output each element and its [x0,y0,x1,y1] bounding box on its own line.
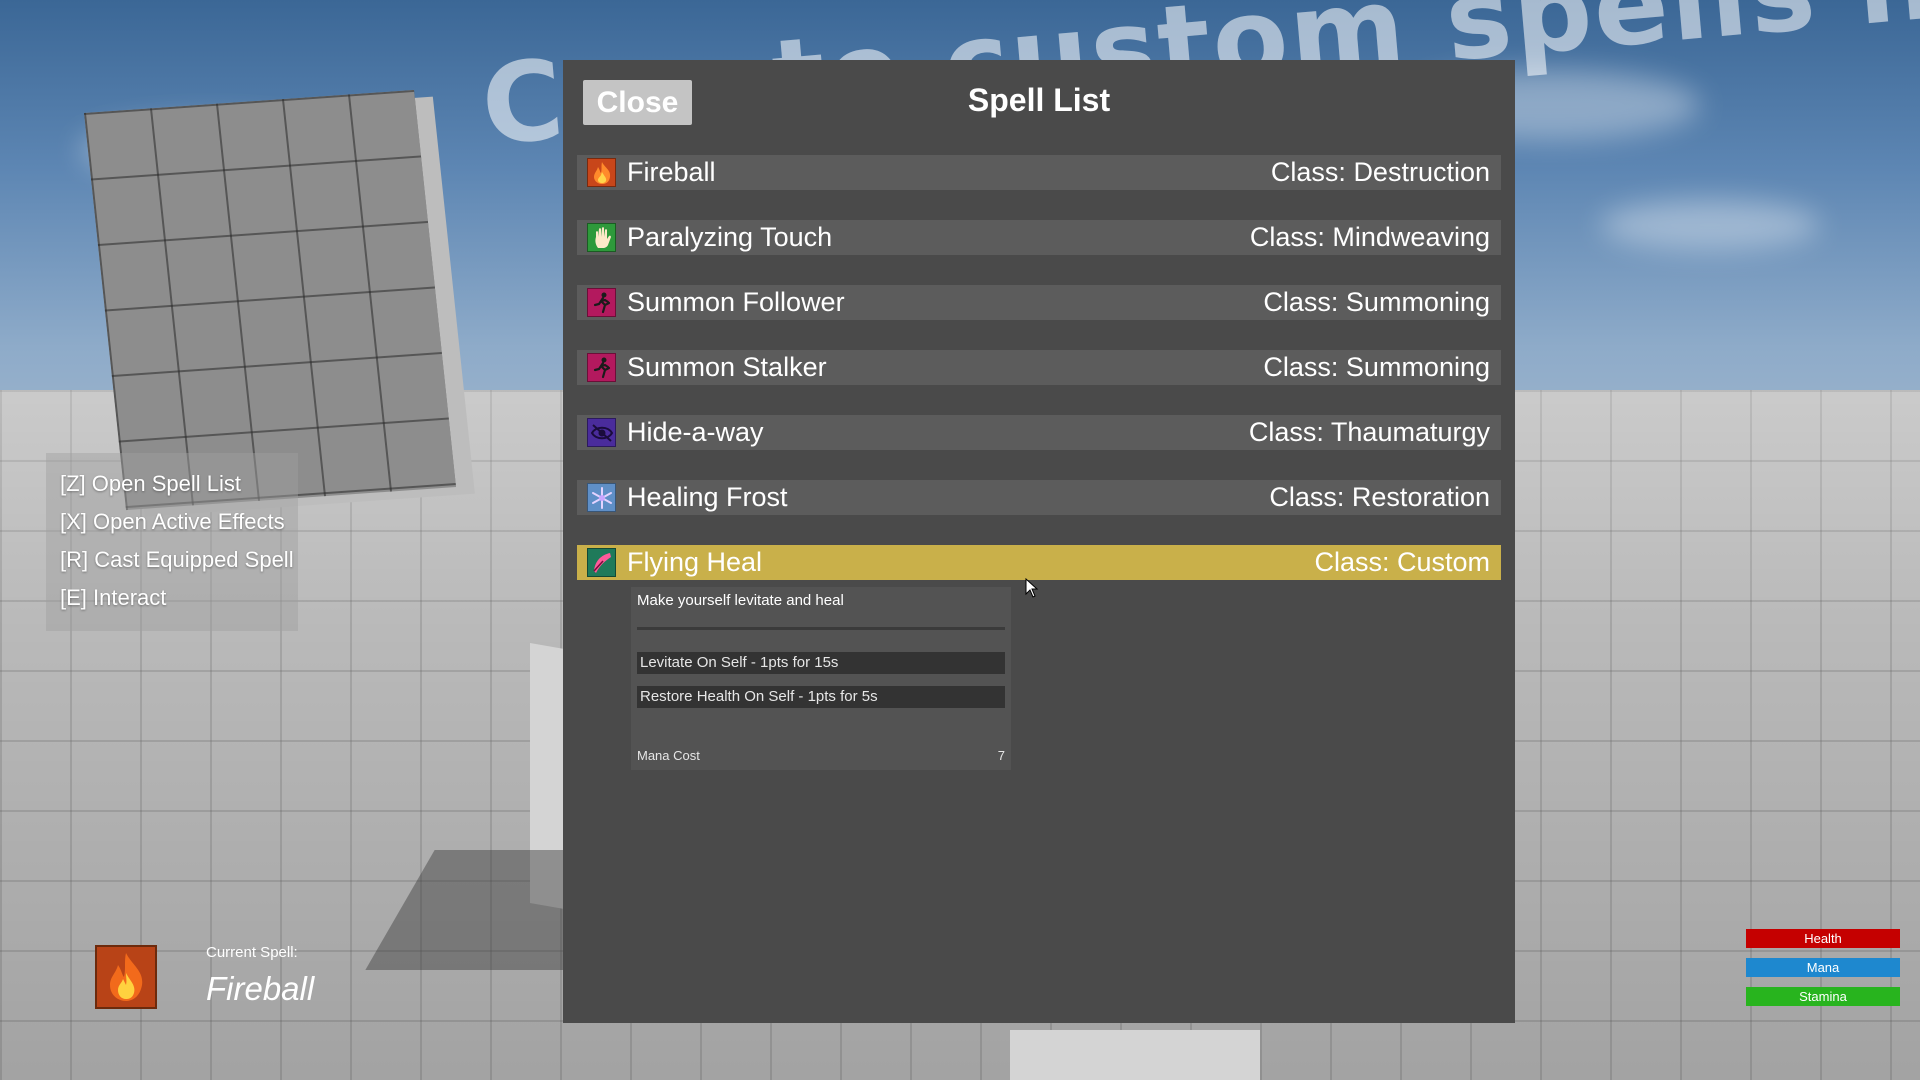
spell-row-fireball[interactable]: Fireball Class: Destruction [577,155,1501,190]
spell-name: Flying Heal [627,547,763,577]
spell-list-panel: Close Spell List Fireball Class: Destruc… [563,60,1515,1023]
hand-icon [587,223,616,252]
control-hint-spell-list: [Z] Open Spell List [60,471,241,496]
spell-name: Healing Frost [627,482,788,512]
stone-block [1010,1030,1260,1080]
spell-class: Class: Custom [1314,547,1490,577]
control-hint-active-effects: [X] Open Active Effects [60,509,285,534]
stamina-bar: Stamina [1746,987,1900,1006]
mana-cost-label: Mana Cost [637,748,700,763]
health-bar: Health [1746,929,1900,948]
feather-icon [587,548,616,577]
running-figure-icon [587,288,616,317]
mana-cost-value: 7 [997,748,1005,763]
spell-class: Class: Summoning [1263,352,1490,382]
spell-row-paralyzing-touch[interactable]: Paralyzing Touch Class: Mindweaving [577,220,1501,255]
spell-row-flying-heal[interactable]: Flying Heal Class: Custom [577,545,1501,580]
snowflake-icon [587,483,616,512]
cloud [1600,200,1820,250]
running-figure-icon [587,353,616,382]
spell-row-hide-a-way[interactable]: Hide-a-way Class: Thaumaturgy [577,415,1501,450]
spell-description: Make yourself levitate and heal [637,592,844,609]
spell-name: Summon Stalker [627,352,827,382]
mana-bar: Mana [1746,958,1900,977]
spell-effect-item: Restore Health On Self - 1pts for 5s [637,686,1005,708]
control-hint-cast-spell: [R] Cast Equipped Spell [60,547,294,572]
spell-class: Class: Summoning [1263,287,1490,317]
controls-help-panel: [Z] Open Spell List [X] Open Active Effe… [46,453,298,631]
current-spell-name: Fireball [206,970,315,1007]
spell-row-healing-frost[interactable]: Healing Frost Class: Restoration [577,480,1501,515]
panel-title: Spell List [967,82,1111,118]
fire-icon [587,158,616,187]
divider [637,627,1005,630]
current-spell-fire-icon [95,945,157,1009]
current-spell-label: Current Spell: [206,944,298,961]
spell-name: Fireball [627,157,716,187]
spell-class: Class: Destruction [1270,157,1490,187]
spell-class: Class: Mindweaving [1249,222,1490,252]
spell-row-summon-follower[interactable]: Summon Follower Class: Summoning [577,285,1501,320]
control-hint-interact: [E] Interact [60,585,167,610]
spell-name: Summon Follower [627,287,845,317]
eye-icon [587,418,616,447]
spell-class: Class: Restoration [1269,482,1490,512]
spell-name: Hide-a-way [627,417,764,447]
spell-detail-tooltip: Make yourself levitate and heal Levitate… [631,587,1011,770]
spell-name: Paralyzing Touch [627,222,833,252]
spell-class: Class: Thaumaturgy [1248,417,1490,447]
tiled-wall [83,89,457,511]
mouse-cursor-icon [1025,577,1039,602]
spell-effect-item: Levitate On Self - 1pts for 15s [637,652,1005,674]
spell-row-summon-stalker[interactable]: Summon Stalker Class: Summoning [577,350,1501,385]
